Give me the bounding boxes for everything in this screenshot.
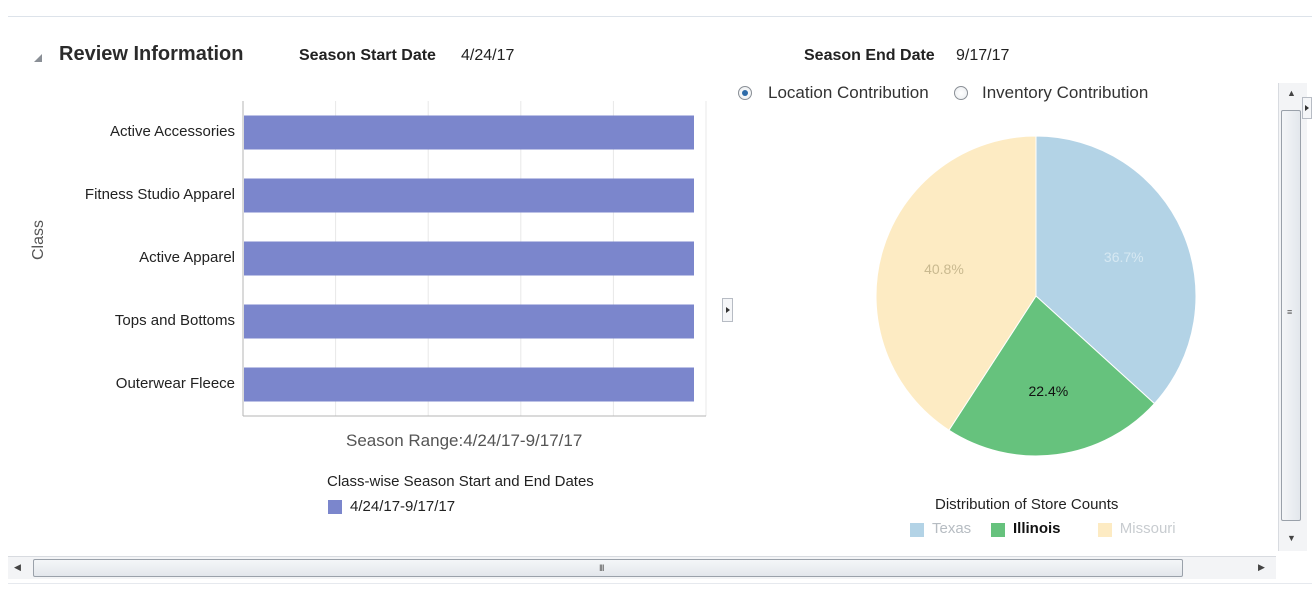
scroll-down-icon[interactable]: ▼: [1287, 533, 1296, 543]
bar[interactable]: [244, 241, 694, 276]
bar-legend-swatch: [328, 500, 342, 514]
location-contribution-label[interactable]: Location Contribution: [768, 83, 929, 103]
season-end-label: Season End Date: [804, 47, 935, 64]
inventory-contribution-label[interactable]: Inventory Contribution: [982, 83, 1148, 103]
store-distribution-pie-chart: 36.7% 22.4% 40.8%: [875, 135, 1197, 457]
category-tick-label: Active Apparel: [139, 248, 235, 266]
class-season-bar-chart: [242, 101, 707, 417]
pie-legend-swatch: [910, 523, 924, 537]
scroll-left-icon[interactable]: ◀: [14, 562, 21, 573]
category-tick-label: Tops and Bottoms: [114, 311, 235, 329]
scroll-up-icon[interactable]: ▲: [1287, 88, 1296, 98]
horizontal-scroll-thumb[interactable]: [33, 559, 1183, 577]
pie-data-label: 36.7%: [1104, 249, 1144, 265]
pie-legend-title: Distribution of Store Counts: [935, 496, 1119, 513]
panel-bottom-border: [8, 583, 1312, 584]
x-axis-label: Season Range:4/24/17-9/17/17: [346, 431, 583, 450]
pie-legend-swatch: [1097, 523, 1112, 537]
category-tick-label: Fitness Studio Apparel: [84, 185, 235, 203]
bar-legend-title: Class-wise Season Start and End Dates: [327, 473, 594, 490]
location-contribution-radio[interactable]: [738, 86, 752, 100]
pie-legend-item: Illinois: [1013, 520, 1061, 537]
category-tick-label: Active Accessories: [109, 122, 235, 140]
side-panel-toggle[interactable]: [1302, 97, 1312, 119]
bar[interactable]: [244, 304, 694, 339]
pie-data-label: 40.8%: [924, 261, 964, 277]
scroll-right-icon[interactable]: ▶: [1258, 562, 1265, 573]
pie-legend-item: Texas: [932, 520, 972, 537]
category-tick-label: Outerwear Fleece: [115, 374, 235, 392]
vertical-grip-icon: ≡: [1287, 307, 1292, 317]
panel-splitter-button[interactable]: [722, 298, 733, 322]
inventory-contribution-radio[interactable]: [954, 86, 968, 100]
horizontal-grip-icon: III: [599, 563, 604, 573]
bar-legend-item: 4/24/17-9/17/17: [350, 498, 456, 515]
bar[interactable]: [244, 367, 694, 402]
bar[interactable]: [244, 115, 694, 150]
pie-legend-swatch: [991, 523, 1005, 537]
pie-data-label: 22.4%: [1028, 383, 1068, 399]
season-end-value: 9/17/17: [956, 47, 1010, 64]
pie-legend-item: Missouri: [1119, 520, 1176, 537]
bar[interactable]: [244, 178, 694, 213]
